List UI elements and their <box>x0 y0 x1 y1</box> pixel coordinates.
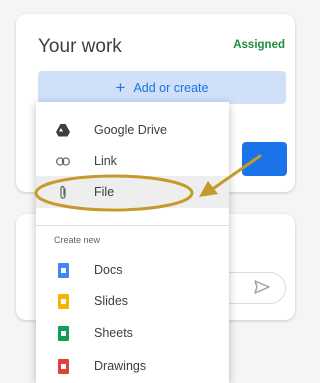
assignment-status: Assigned <box>233 39 285 51</box>
your-work-title: Your work <box>38 36 122 57</box>
slides-icon <box>56 293 70 309</box>
menu-item-label: Sheets <box>94 326 133 340</box>
menu-item-docs[interactable]: Docs <box>36 254 229 286</box>
google-drive-icon <box>56 122 70 138</box>
menu-item-file[interactable]: File <box>36 176 229 208</box>
add-or-create-button[interactable]: + Add or create <box>38 71 286 104</box>
menu-item-sheets[interactable]: Sheets <box>36 317 229 349</box>
link-icon <box>56 153 70 169</box>
plus-icon: + <box>115 78 126 97</box>
mark-as-done-button[interactable] <box>242 142 287 176</box>
menu-item-label: Link <box>94 154 117 168</box>
menu-item-label: Docs <box>94 263 123 277</box>
menu-item-label: Drawings <box>94 359 147 373</box>
add-or-create-menu: Google Drive Link File Create new Docs S… <box>36 102 229 383</box>
menu-item-link[interactable]: Link <box>36 145 229 177</box>
docs-icon <box>56 262 70 278</box>
add-or-create-label: Add or create <box>133 80 209 95</box>
menu-item-slides[interactable]: Slides <box>36 285 229 317</box>
menu-item-label: Google Drive <box>94 123 167 137</box>
menu-item-drawings[interactable]: Drawings <box>36 350 229 382</box>
menu-item-label: File <box>94 185 115 199</box>
paperclip-icon <box>56 184 70 200</box>
create-new-section-label: Create new <box>54 235 101 245</box>
sheets-icon <box>56 325 70 341</box>
drawings-icon <box>56 358 70 374</box>
send-icon[interactable] <box>252 277 272 297</box>
menu-item-label: Slides <box>94 294 129 308</box>
menu-item-google-drive[interactable]: Google Drive <box>36 114 229 146</box>
menu-divider <box>36 225 229 226</box>
